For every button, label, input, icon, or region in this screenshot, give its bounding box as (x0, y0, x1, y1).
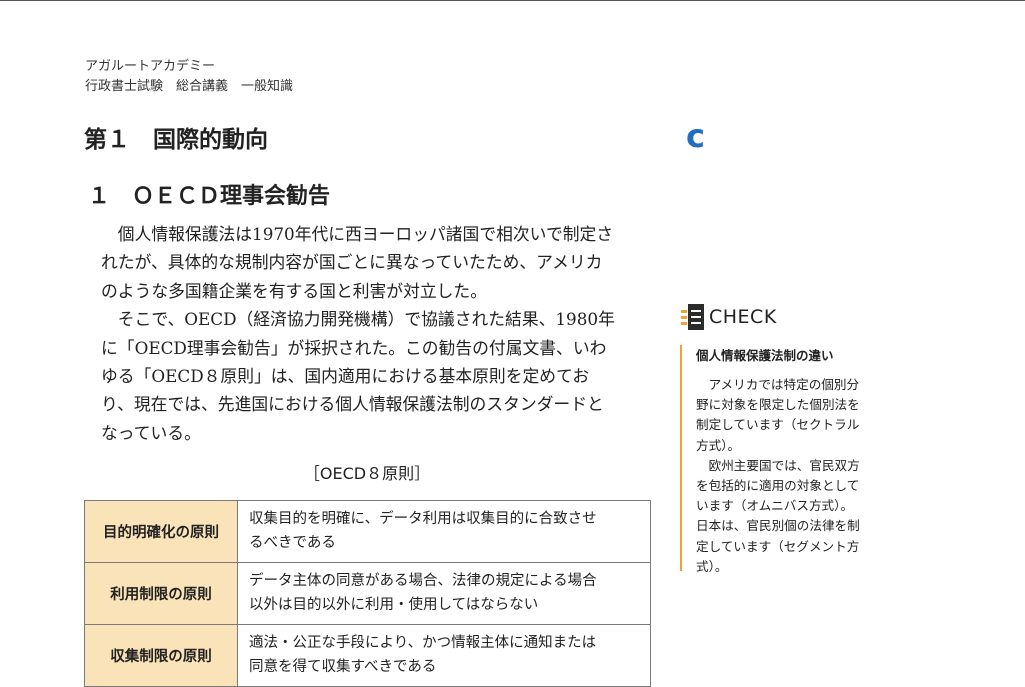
check-line: アメリカでは特定の個別分 (696, 377, 860, 392)
principle-name: 収集制限の原則 (84, 624, 238, 687)
body-paragraphs: 個人情報保護法は1970年代に西ヨーロッパ諸国で相次いで制定さ れたが、具体的な… (101, 220, 651, 447)
header-publisher: アガルートアカデミー (85, 59, 216, 74)
principle-description: 適法・公正な手段により、かつ情報主体に通知または 同意を得て収集すべきである (237, 624, 651, 687)
table-row: 目的明確化の原則 収集目的を明確に、データ利用は収集目的に合致させ るべきである (84, 500, 651, 563)
principle-description: 収集目的を明確に、データ利用は収集目的に合致させ るべきである (237, 500, 651, 563)
check-line: 方式）。 (696, 437, 741, 453)
table-row: 収集制限の原則 適法・公正な手段により、かつ情報主体に通知または 同意を得て収集… (84, 624, 651, 687)
body-line: れたが、具体的な規制内容が国ごとに異なっていたため、アメリカ (101, 252, 603, 273)
check-line: 野に対象を限定した個別法を (696, 397, 860, 413)
check-line: 欧州主要国では、官民双方 (696, 457, 860, 473)
description-line: 同意を得て収集すべきである (249, 658, 437, 675)
check-title: 個人情報保護法制の違い (696, 348, 834, 363)
check-line: 式）。 (696, 558, 728, 574)
check-label: CHECK (709, 306, 777, 328)
check-line: を包括的に適用の対象として (696, 478, 860, 494)
principle-name: 利用制限の原則 (84, 562, 238, 625)
body-line: 個人情報保護法は1970年代に西ヨーロッパ諸国で相次いで制定さ (101, 224, 614, 244)
description-line: 以外は目的以外に利用・使用してはならない (249, 596, 539, 613)
body-line: ゆる「OECD８原則」は、国内適用における基本原則を定めてお (101, 366, 590, 387)
check-body: アメリカでは特定の個別分 野に対象を限定した個別法を 制定しています（セクトラル… (696, 375, 896, 577)
check-heading: CHECK (680, 302, 777, 332)
body-line: のような多国籍企業を有する国と利害が対立した。 (101, 280, 487, 301)
body-line: に「OECD理事会勧告」が採択された。この勧告の付属文書、いわ (101, 337, 607, 358)
table-title: ［OECD８原則］ (303, 464, 431, 483)
check-line: います（オムニバス方式）。 (696, 498, 854, 514)
check-sidebar: 個人情報保護法制の違い アメリカでは特定の個別分 野に対象を限定した個別法を 制… (680, 345, 897, 574)
check-line: 制定しています（セクトラル (696, 417, 860, 433)
body-line: なっている。 (101, 422, 201, 443)
table-row: 利用制限の原則 データ主体の同意がある場合、法律の規定による場合 以外は目的以外… (84, 562, 651, 625)
running-header: アガルートアカデミー 行政書士試験 総合講義 一般知識 (85, 57, 293, 97)
check-line: 日本は、官民別個の法律を制 (696, 518, 860, 534)
top-rule (0, 0, 1025, 1)
body-line: り、現在では、先進国における個人情報保護法制のスタンダードと (101, 394, 604, 415)
checklist-icon (681, 304, 704, 330)
check-line: 定しています（セグメント方 (696, 538, 860, 554)
header-course: 行政書士試験 総合講義 一般知識 (85, 79, 294, 94)
description-line: 適法・公正な手段により、かつ情報主体に通知または (249, 635, 597, 651)
chapter-title: 第１ 国際的動向 (84, 127, 268, 153)
principle-description: データ主体の同意がある場合、法律の規定による場合 以外は目的以外に利用・使用して… (237, 562, 651, 625)
principle-name: 目的明確化の原則 (84, 500, 238, 563)
section-title: １ ＯＥＣＤ理事会勧告 (88, 184, 331, 209)
principles-table: 目的明確化の原則 収集目的を明確に、データ利用は収集目的に合致させ るべきである… (84, 500, 651, 687)
body-line: そこで、OECD（経済協力開発機構）で協議された結果、1980年 (101, 309, 615, 330)
description-line: 収集目的を明確に、データ利用は収集目的に合致させ (249, 511, 597, 527)
description-line: るべきである (249, 534, 336, 551)
logo-mark: c (686, 117, 705, 155)
description-line: データ主体の同意がある場合、法律の規定による場合 (249, 573, 597, 589)
